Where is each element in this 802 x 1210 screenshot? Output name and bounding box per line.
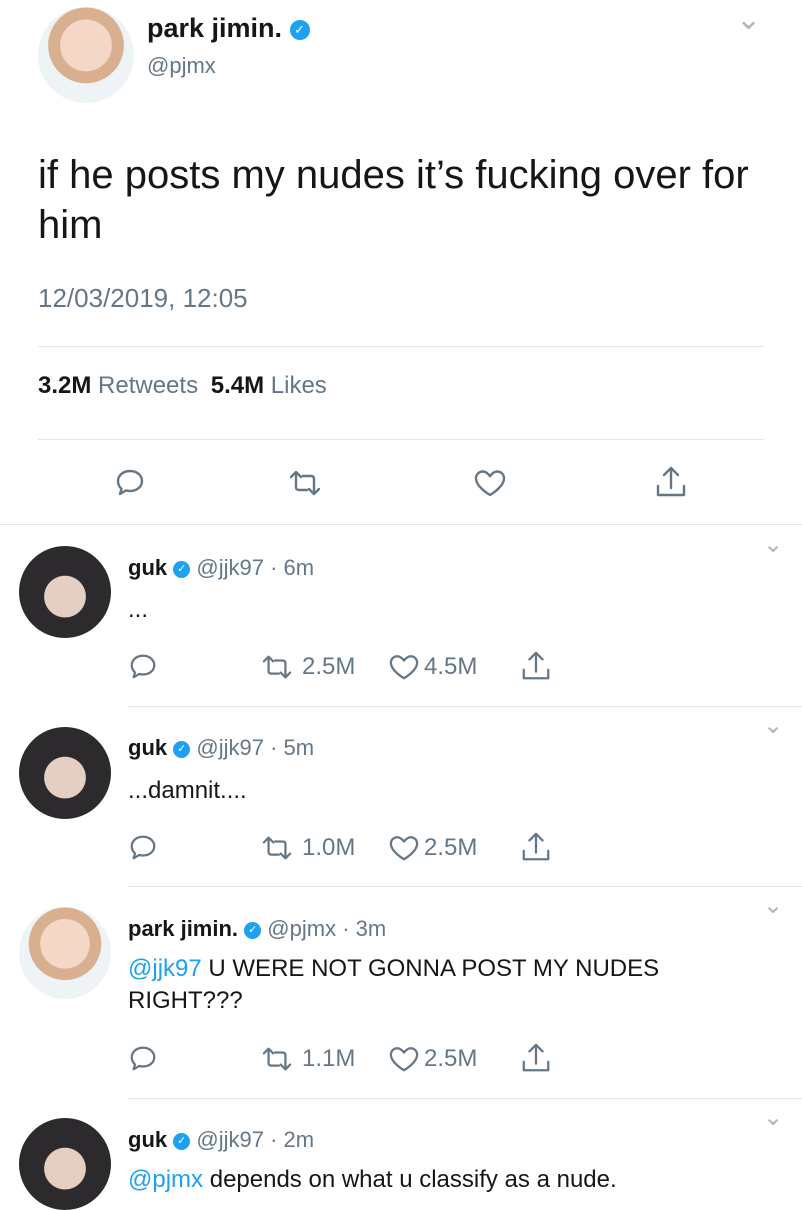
like-count: 4.5M [424, 653, 478, 680]
author-name[interactable]: guk [128, 735, 167, 760]
tweet-text: ...damnit.... [128, 777, 247, 805]
heart-icon [389, 836, 419, 861]
tweet-time: 3m [355, 916, 387, 941]
like-button[interactable] [473, 467, 507, 499]
divider [0, 524, 802, 525]
heart-icon [474, 470, 506, 497]
retweet-button[interactable]: 1.0M [258, 833, 355, 863]
tweet-text: @pjmx depends on what u classify as a nu… [128, 1164, 778, 1196]
chevron-down-icon[interactable]: ⌄ [763, 711, 783, 740]
verified-icon: ✓ [173, 560, 191, 578]
divider [128, 1098, 802, 1099]
separator: · [270, 735, 278, 760]
chevron-down-icon[interactable]: ⌄ [763, 891, 783, 920]
author-handle[interactable]: @pjmx [147, 53, 216, 79]
engagement-stats: 3.2M Retweets 5.4M Likes [38, 372, 327, 400]
share-icon [522, 1043, 550, 1072]
tweet-body: ...damnit.... [128, 777, 247, 804]
retweet-button[interactable]: 1.1M [258, 1044, 355, 1074]
share-button[interactable] [654, 464, 688, 500]
tweet-time: 6m [283, 555, 315, 580]
reply-button[interactable] [128, 652, 158, 682]
share-icon [656, 466, 686, 497]
share-button[interactable] [520, 649, 552, 683]
retweet-count: 2.5M [302, 653, 356, 680]
like-count: 2.5M [424, 1045, 478, 1072]
author-name[interactable]: guk [128, 1127, 167, 1152]
tweet-time: 5m [283, 735, 315, 760]
retweet-icon [262, 1047, 292, 1071]
author-handle[interactable]: @jjk97 [196, 555, 264, 580]
retweets-label[interactable]: Retweets [98, 372, 198, 399]
chevron-down-icon[interactable]: ⌄ [763, 530, 783, 559]
divider [128, 886, 802, 887]
reply-button[interactable] [128, 833, 158, 863]
verified-icon: ✓ [173, 740, 191, 758]
tweet-body: ... [128, 596, 149, 623]
mention-link[interactable]: @jjk97 [128, 955, 202, 982]
author-name[interactable]: guk [128, 555, 167, 580]
retweet-icon [262, 836, 292, 860]
mention-link[interactable]: @pjmx [128, 1166, 203, 1193]
retweets-count[interactable]: 3.2M [38, 372, 91, 399]
author-handle[interactable]: @jjk97 [196, 1127, 264, 1152]
heart-icon [389, 655, 419, 680]
author-name[interactable]: park jimin. [147, 13, 282, 43]
heart-icon [389, 1047, 419, 1072]
verified-icon: ✓ [244, 921, 262, 939]
separator: · [342, 916, 350, 941]
chevron-down-icon[interactable]: ⌄ [763, 1103, 783, 1132]
retweet-button[interactable] [285, 467, 325, 499]
retweet-icon [262, 655, 292, 679]
tweet-text: if he posts my nudes it’s fucking over f… [38, 153, 749, 247]
verified-icon: ✓ [289, 19, 310, 40]
like-count: 2.5M [424, 834, 478, 861]
share-button[interactable] [520, 1041, 552, 1075]
likes-count[interactable]: 5.4M [211, 372, 264, 399]
retweet-icon [289, 470, 321, 496]
like-button[interactable]: 2.5M [388, 833, 477, 863]
chevron-down-icon[interactable]: ⌄ [736, 2, 761, 37]
reply-icon [130, 654, 156, 679]
divider [38, 439, 764, 440]
like-button[interactable]: 4.5M [388, 652, 477, 682]
reply-icon [116, 469, 144, 496]
avatar[interactable] [19, 546, 111, 638]
verified-icon: ✓ [173, 1132, 191, 1150]
likes-label[interactable]: Likes [271, 372, 327, 399]
avatar[interactable] [19, 1118, 111, 1210]
like-button[interactable]: 2.5M [388, 1044, 477, 1074]
avatar[interactable] [38, 7, 134, 103]
author-handle[interactable]: @pjmx [267, 916, 336, 941]
divider [128, 706, 802, 707]
tweet-time: 2m [283, 1127, 315, 1152]
separator: · [270, 555, 278, 580]
share-button[interactable] [520, 830, 552, 864]
tweet-timestamp: 12/03/2019, 12:05 [38, 283, 248, 313]
reply-button[interactable] [114, 467, 146, 499]
tweet-body: depends on what u classify as a nude. [203, 1166, 617, 1193]
avatar[interactable] [19, 907, 111, 999]
retweet-button[interactable]: 2.5M [258, 652, 355, 682]
share-icon [522, 651, 550, 680]
retweet-count: 1.1M [302, 1045, 356, 1072]
tweet-body: U WERE NOT GONNA POST MY NUDES RIGHT??? [128, 955, 660, 1014]
author-name[interactable]: park jimin. [128, 916, 238, 941]
tweet-text: ... [128, 596, 148, 624]
divider [38, 346, 764, 347]
tweet-text: @jjk97 U WERE NOT GONNA POST MY NUDES RI… [128, 953, 778, 1017]
author-handle[interactable]: @jjk97 [196, 735, 264, 760]
share-icon [522, 832, 550, 861]
separator: · [270, 1127, 278, 1152]
reply-icon [130, 1046, 156, 1071]
retweet-count: 1.0M [302, 834, 356, 861]
reply-button[interactable] [128, 1044, 158, 1074]
reply-icon [130, 835, 156, 860]
avatar[interactable] [19, 727, 111, 819]
